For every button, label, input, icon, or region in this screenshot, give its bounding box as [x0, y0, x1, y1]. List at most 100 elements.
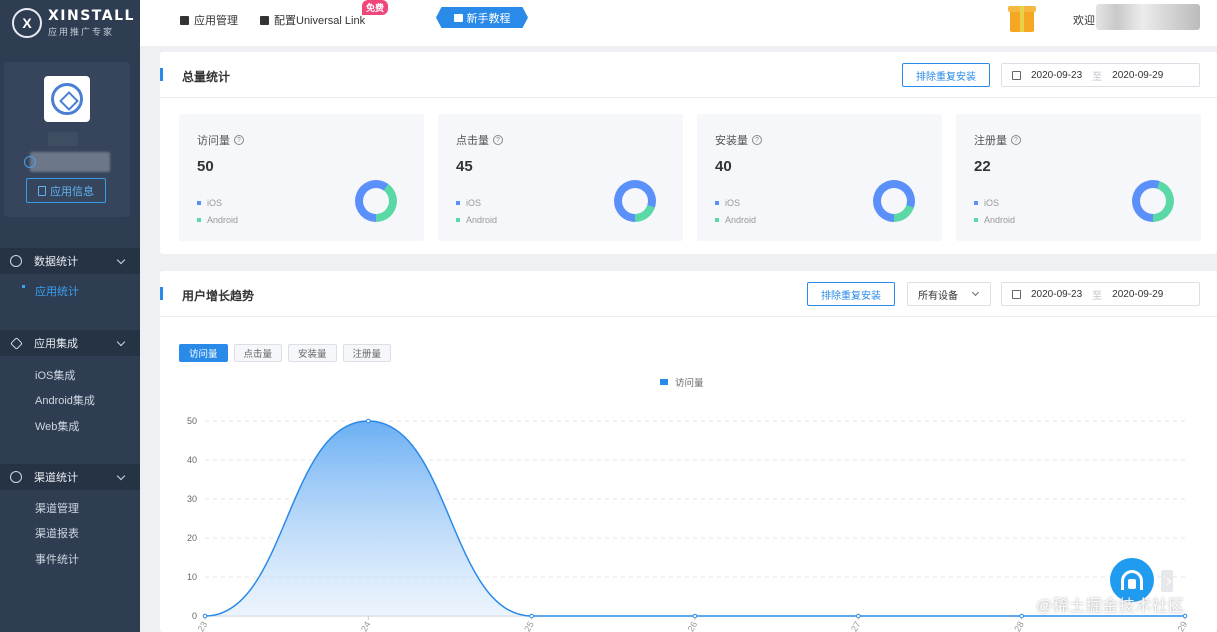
stat-value: 45 — [456, 158, 473, 175]
x-tick-label: 25 — [522, 620, 536, 632]
app-info-button[interactable]: 应用信息 — [26, 178, 106, 203]
cube-icon — [180, 15, 189, 25]
x-tick-label: 28 — [1012, 620, 1026, 632]
app-logo-icon — [51, 83, 83, 115]
calendar-icon — [1012, 70, 1021, 80]
stat-value: 50 — [197, 158, 214, 175]
chevron-down-icon — [971, 288, 980, 297]
nav-head-label: 应用集成 — [34, 338, 78, 350]
app-name-blurred — [48, 132, 78, 146]
sidebar-item-app-stats[interactable]: 应用统计 — [0, 274, 140, 308]
sidebar-item-channel-manage[interactable]: 渠道管理 — [0, 495, 140, 521]
help-icon[interactable]: ? — [493, 135, 503, 145]
nav-head-label: 数据统计 — [34, 256, 78, 268]
data-point — [856, 613, 861, 619]
y-tick-label: 40 — [187, 455, 197, 465]
device-select[interactable]: 所有设备 — [907, 282, 991, 306]
guide-button-label: 新手教程 — [466, 12, 511, 25]
tab-clicks[interactable]: 点击量 — [233, 344, 283, 362]
legend-ios: iOS — [207, 198, 223, 208]
android-legend-dot — [197, 218, 201, 222]
document-icon — [38, 185, 46, 196]
ios-legend-dot — [456, 201, 460, 205]
welcome-text: 欢迎 — [1073, 15, 1095, 27]
totals-panel: 总量统计 排除重复安装 2020-09-23 至 2020-09-29 访问量?… — [160, 52, 1217, 254]
sidebar-item-ios[interactable]: iOS集成 — [0, 362, 140, 388]
pie-chart-icon — [10, 255, 22, 267]
nav-head-integration[interactable]: 应用集成 — [0, 330, 140, 356]
exclude-duplicate-button[interactable]: 排除重复安装 — [902, 63, 990, 87]
totals-panel-header: 总量统计 排除重复安装 2020-09-23 至 2020-09-29 — [160, 52, 1217, 98]
x-tick-label: 23 — [196, 620, 210, 632]
stat-card-installs: 安装量? 40 iOS Android — [697, 114, 942, 241]
legend-ios: iOS — [984, 198, 1000, 208]
stat-card-visits: 访问量? 50 iOS Android — [179, 114, 424, 241]
x-tick-label: 29 — [1176, 620, 1190, 632]
date-start: 2020-09-23 — [1031, 69, 1083, 81]
user-name-blurred[interactable] — [1096, 4, 1200, 30]
book-icon — [453, 13, 463, 22]
panel-title: 总量统计 — [182, 70, 231, 84]
brand-name: XINSTALL — [48, 8, 135, 24]
series-area — [205, 421, 1185, 616]
sidebar-item-event-stats[interactable]: 事件统计 — [0, 546, 140, 572]
android-legend-dot — [715, 218, 719, 222]
help-icon[interactable]: ? — [1011, 135, 1021, 145]
stat-value: 40 — [715, 158, 732, 175]
app-card: 应用信息 — [4, 62, 130, 217]
brand-subtitle: 应用推广专家 — [48, 27, 115, 37]
tab-registers[interactable]: 注册量 — [342, 344, 392, 362]
growth-panel: 用户增长趋势 排除重复安装 所有设备 2020-09-23 至 2020-09-… — [160, 271, 1217, 632]
chart-legend[interactable]: 访问量 — [660, 375, 704, 389]
help-icon[interactable]: ? — [752, 135, 762, 145]
cube-icon — [10, 336, 23, 350]
briefcase-icon — [260, 15, 269, 25]
guide-button[interactable]: 新手教程 — [436, 7, 528, 28]
sidebar: X XINSTALL 应用推广专家 应用信息 数据统计 应用统计 应用集成 iO… — [0, 0, 140, 632]
data-point — [692, 613, 698, 619]
legend-ios: iOS — [466, 198, 482, 208]
brand[interactable]: X XINSTALL 应用推广专家 — [0, 0, 140, 46]
y-tick-label: 10 — [187, 572, 197, 582]
date-end: 2020-09-29 — [1112, 288, 1164, 300]
help-icon[interactable]: ? — [234, 135, 244, 145]
stat-value: 22 — [974, 158, 991, 175]
app-avatar[interactable] — [44, 76, 90, 122]
android-legend-dot — [974, 218, 978, 222]
donut-chart — [873, 180, 915, 222]
tab-visits[interactable]: 访问量 — [179, 344, 228, 362]
donut-chart — [614, 180, 656, 222]
stat-card-clicks: 点击量? 45 iOS Android — [438, 114, 683, 241]
free-badge: 免费 — [362, 0, 389, 15]
tab-installs[interactable]: 安装量 — [288, 344, 337, 362]
metric-tabs: 访问量 点击量 安装量 注册量 — [179, 344, 392, 362]
sidebar-item-channel-report[interactable]: 渠道报表 — [0, 521, 140, 547]
date-separator: 至 — [1092, 71, 1103, 83]
exclude-duplicate-button[interactable]: 排除重复安装 — [807, 282, 895, 306]
chevron-right-icon[interactable] — [1161, 570, 1173, 592]
data-point — [529, 613, 534, 619]
y-tick-label: 30 — [187, 494, 197, 504]
stat-label: 点击量 — [456, 135, 489, 147]
sidebar-item-android[interactable]: Android集成 — [0, 388, 140, 414]
nav-head-channel[interactable]: 渠道统计 — [0, 464, 140, 490]
app-id-blurred — [30, 152, 110, 172]
legend-label: 访问量 — [675, 378, 704, 389]
nav-head-data-stats[interactable]: 数据统计 — [0, 248, 140, 274]
gift-icon[interactable] — [1008, 2, 1036, 32]
y-tick-label: 50 — [187, 416, 197, 426]
sidebar-item-web[interactable]: Web集成 — [0, 413, 140, 439]
legend-android: Android — [207, 215, 239, 225]
stat-label: 安装量 — [715, 135, 748, 147]
legend-ios: iOS — [725, 198, 741, 208]
app-id-icon — [24, 156, 36, 168]
date-range-picker[interactable]: 2020-09-23 至 2020-09-29 — [1001, 282, 1200, 306]
universal-link-link[interactable]: 配置Universal Link — [260, 12, 365, 28]
data-point — [202, 613, 208, 619]
app-manage-link[interactable]: 应用管理 — [180, 12, 238, 28]
data-point — [1019, 613, 1024, 619]
growth-panel-header: 用户增长趋势 排除重复安装 所有设备 2020-09-23 至 2020-09-… — [160, 271, 1217, 317]
date-range-picker[interactable]: 2020-09-23 至 2020-09-29 — [1001, 63, 1200, 87]
nav-group-integration: 应用集成 iOS集成 Android集成 Web集成 — [0, 330, 140, 439]
nav-head-label: 渠道统计 — [34, 472, 78, 484]
